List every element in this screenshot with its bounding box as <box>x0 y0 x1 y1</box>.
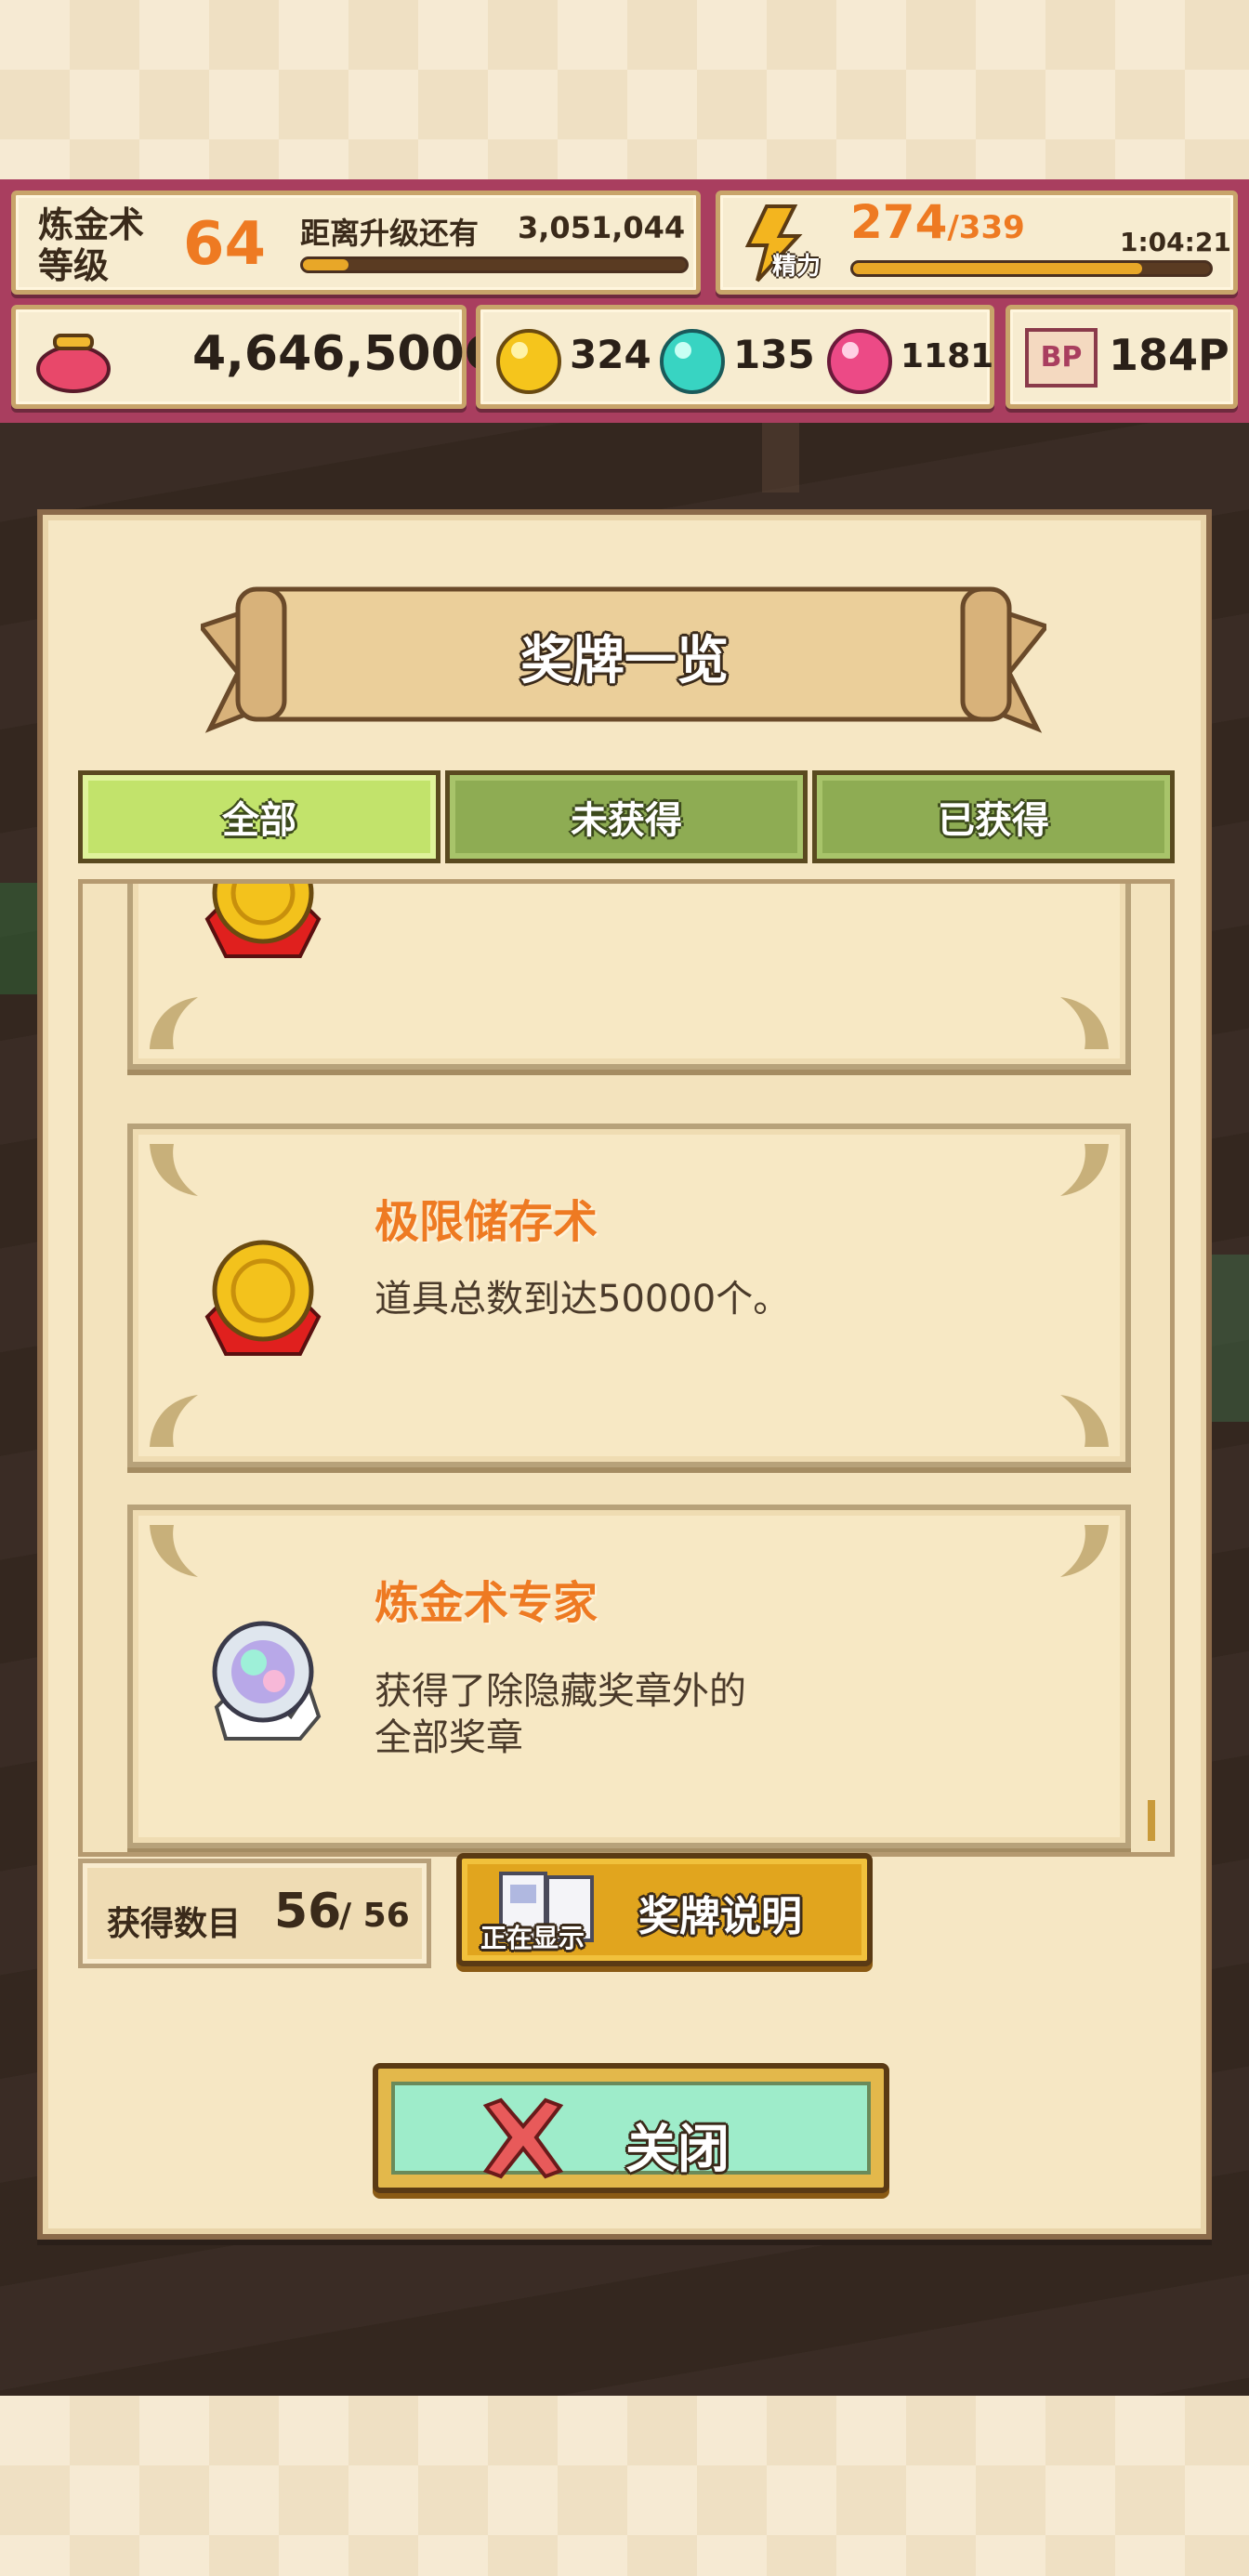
next-level-label: 距离升级还有 <box>300 216 480 251</box>
tab-all[interactable]: 全部 <box>78 770 440 863</box>
bp-value: 184P <box>1109 330 1229 380</box>
leaf-ornament-icon <box>150 1525 198 1577</box>
stamina-bar <box>850 260 1213 277</box>
medal-name: 炼金术专家 <box>375 1577 598 1629</box>
medal-card[interactable]: 一次制作了999个道具。 <box>127 884 1131 1070</box>
rainbow-medal-icon <box>212 1621 322 1741</box>
cyan-orb-count: 135 <box>733 332 815 377</box>
stamina-timer: 1:04:21 <box>1120 227 1231 257</box>
close-button[interactable]: 关闭 <box>373 2063 889 2193</box>
leaf-ornament-icon <box>1060 1144 1109 1196</box>
leaf-ornament-icon <box>1060 997 1109 1049</box>
leaf-ornament-icon <box>150 1395 198 1447</box>
alchemy-level-box: 炼金术 等级 64 距离升级还有 3,051,044 <box>11 191 701 295</box>
stamina-box: 精力 274/339 1:04:21 <box>716 191 1238 295</box>
level-label: 等级 <box>38 245 110 286</box>
close-icon <box>482 2097 564 2179</box>
gold-orb-icon <box>496 329 561 394</box>
leaf-ornament-icon <box>1060 1395 1109 1447</box>
next-level-value: 3,051,044 <box>518 210 686 245</box>
medal-card[interactable]: 炼金术专家 获得了除隐藏奖章外的 全部奖章 <box>127 1505 1131 1848</box>
gold-medal-icon <box>204 884 322 958</box>
bp-box: BP 184P <box>1006 305 1238 409</box>
stamina-fill <box>853 263 1143 274</box>
count-value: 56 <box>274 1884 342 1939</box>
stamina-current: 274 <box>850 195 948 249</box>
bottom-background <box>0 2396 1249 2576</box>
pink-orb-count: 1181 <box>901 337 994 375</box>
medal-description: 获得了除隐藏奖章外的 全部奖章 <box>375 1670 746 1759</box>
pink-orb-icon <box>827 329 892 394</box>
stamina-max: /339 <box>947 209 1025 246</box>
leaf-ornament-icon <box>1060 1525 1109 1577</box>
gold-box: 4,646,500G <box>11 305 504 409</box>
medal-name: 极限储存术 <box>375 1196 598 1248</box>
close-label: 关闭 <box>625 2120 730 2180</box>
bp-icon: BP <box>1025 328 1098 388</box>
filter-tabs: 全部 未获得 已获得 <box>78 770 1175 863</box>
leaf-ornament-icon <box>150 997 198 1049</box>
medal-list[interactable]: 一次制作了999个道具。 极限储存术 道具总数到达50000个。 炼金术专家 <box>78 879 1175 1857</box>
gems-box: 324 135 1181 <box>476 305 994 409</box>
alchemy-label: 炼金术 <box>38 204 145 245</box>
showing-badge: 正在显示 <box>480 1923 585 1953</box>
list-scrollbar[interactable] <box>1148 1800 1155 1841</box>
alchemy-level-value: 64 <box>183 210 267 279</box>
leaf-ornament-icon <box>150 1144 198 1196</box>
tab-not-obtained[interactable]: 未获得 <box>445 770 808 863</box>
status-hud: 炼金术 等级 64 距离升级还有 3,051,044 精力 274/339 1:… <box>0 179 1249 423</box>
medal-description: 道具总数到达50000个。 <box>375 1278 791 1321</box>
gold-orb-count: 324 <box>570 332 651 377</box>
cyan-orb-icon <box>660 329 725 394</box>
close-button-face: 关闭 <box>391 2082 871 2180</box>
tab-obtained[interactable]: 已获得 <box>812 770 1175 863</box>
medal-info-label: 奖牌说明 <box>638 1893 802 1940</box>
purse-icon <box>36 334 111 393</box>
medal-info-button[interactable]: 正在显示 奖牌说明 <box>456 1853 873 1966</box>
medal-card[interactable]: 极限储存术 道具总数到达50000个。 <box>127 1124 1131 1467</box>
panel-title: 奖牌一览 <box>520 631 729 691</box>
medal-description: 一次制作了999个道具。 <box>375 884 780 887</box>
gold-medal-icon <box>204 1240 322 1356</box>
top-background <box>0 0 1249 181</box>
medal-list-panel: 奖牌一览 全部 未获得 已获得 一次制作了999个道具。 极限储存术 <box>37 509 1212 2240</box>
count-total: / 56 <box>339 1897 410 1935</box>
exp-progress-bar <box>300 256 689 273</box>
obtained-count-box: 获得数目 56 / 56 <box>78 1859 431 1968</box>
count-label: 获得数目 <box>107 1905 242 1943</box>
gold-value: 4,646,500G <box>192 326 505 382</box>
exp-progress-fill <box>303 259 349 270</box>
stamina-label: 精力 <box>772 253 822 281</box>
